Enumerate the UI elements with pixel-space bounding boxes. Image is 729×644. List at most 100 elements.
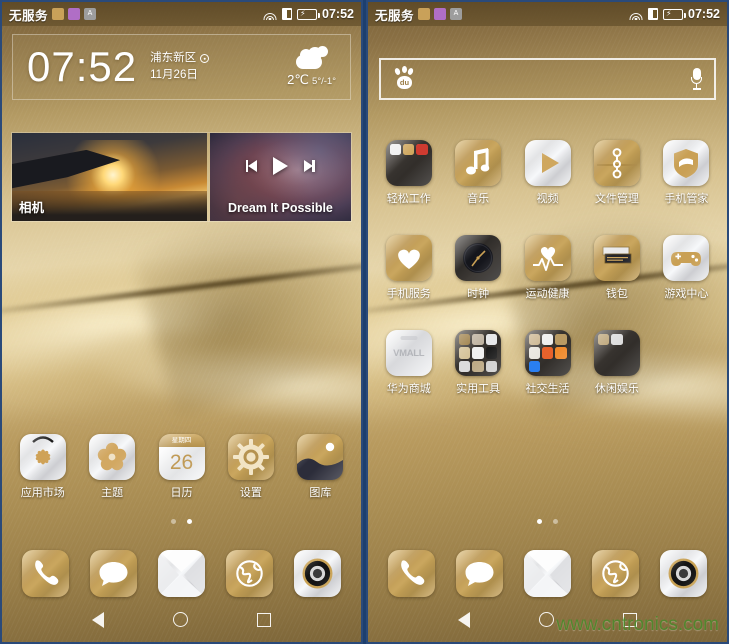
app-label: 实用工具: [456, 383, 501, 395]
app-label: 轻松工作: [386, 193, 431, 205]
folder-icon-work[interactable]: 轻松工作: [374, 140, 443, 206]
status-bar: 无服务 A ⚡ 07:52: [368, 2, 727, 26]
app-icon-files[interactable]: 文件管理: [582, 140, 651, 206]
gallery-icon: [297, 434, 344, 480]
play-button[interactable]: [272, 157, 288, 176]
recents-icon[interactable]: [257, 612, 272, 627]
signal-icon: [282, 8, 293, 20]
sim-card-icon: [418, 8, 431, 20]
app-icon-clock[interactable]: 时钟: [443, 235, 512, 301]
clock-weather-widget[interactable]: 07:52 浦东新区 11月26日 2℃ 5°/-1°: [12, 34, 351, 100]
app-icon-games[interactable]: 游戏中心: [652, 235, 721, 301]
app-icon-wallet[interactable]: 钱包: [582, 235, 651, 301]
app-icon-calendar[interactable]: 星期四 26 日历: [147, 434, 216, 500]
dock-item-browser[interactable]: [581, 550, 649, 597]
empty-slot: [652, 330, 721, 396]
status-clock: 07:52: [322, 7, 354, 21]
gamepad-icon: [663, 235, 710, 281]
widget-location-date: 浦东新区 11月26日: [150, 50, 210, 83]
app-icon-appgallery[interactable]: 应用市场: [8, 434, 77, 500]
app-label: 手机服务: [386, 288, 431, 300]
folder-icon-tools[interactable]: 实用工具: [443, 330, 512, 396]
partly-cloudy-icon: [294, 46, 330, 70]
app-label: 音乐: [467, 193, 490, 205]
dock-item-camera[interactable]: [283, 550, 351, 597]
page-dot[interactable]: [171, 519, 176, 524]
shield-icon: [663, 140, 710, 186]
camera-widget-label: 相机: [19, 201, 45, 215]
page-dot[interactable]: [553, 519, 558, 524]
phone-handset-icon: [22, 550, 70, 597]
page-dot-active[interactable]: [187, 519, 192, 524]
dock-item-camera[interactable]: [649, 550, 717, 597]
page-dot-active[interactable]: [537, 519, 542, 524]
home-app-grid: 应用市场 主题 星期四 26 日历 设置 图库: [2, 434, 361, 500]
prev-track-button[interactable]: [245, 160, 257, 173]
app-row: 应用市场 主题 星期四 26 日历 设置 图库: [2, 434, 361, 500]
folder-icon: [524, 330, 571, 376]
globe-icon: [225, 550, 273, 597]
folder-icon-entertainment[interactable]: 休闲娱乐: [582, 330, 651, 396]
baidu-paw-icon: du: [393, 66, 417, 91]
back-icon[interactable]: [457, 611, 470, 628]
app-icon-video[interactable]: 视频: [513, 140, 582, 206]
camera-widget[interactable]: 相机: [12, 133, 207, 221]
app-row: 手机服务 时钟 运动健康 钱包 游戏中心: [368, 235, 727, 301]
dock-item-phone[interactable]: [12, 550, 80, 597]
wifi-icon: [263, 9, 277, 20]
right-phone-screen: 无服务 A ⚡ 07:52 du 轻松工作 音乐 视频 文件管理 手机管家 手机…: [366, 0, 729, 644]
carrier-label: 无服务: [375, 8, 415, 23]
page-indicator: [368, 519, 727, 524]
globe-icon: [591, 550, 639, 597]
dock-item-messages[interactable]: [446, 550, 514, 597]
dock-item-browser[interactable]: [215, 550, 283, 597]
search-input[interactable]: [417, 71, 691, 87]
dock-item-messages[interactable]: [80, 550, 148, 597]
back-icon[interactable]: [91, 611, 104, 628]
file-manager-icon: [593, 140, 640, 186]
app-label: 图库: [309, 487, 332, 499]
dock-item-email[interactable]: [514, 550, 582, 597]
music-player-widget[interactable]: Dream It Possible: [209, 133, 351, 221]
themes-icon: [89, 434, 136, 480]
page-indicator: [2, 519, 361, 524]
heart-icon: [385, 235, 432, 281]
temperature-block: 2℃ 5°/-1°: [287, 72, 336, 88]
app-label: 主题: [101, 487, 124, 499]
music-track-title: Dream It Possible: [227, 201, 333, 215]
status-left: 无服务 A: [375, 5, 463, 24]
home-icon[interactable]: [538, 612, 554, 627]
sync-icon: [68, 8, 81, 20]
app-icon-phone-manager[interactable]: 手机管家: [652, 140, 721, 206]
play-triangle-icon: [524, 140, 571, 186]
signal-icon: [648, 8, 659, 20]
app-icon-music[interactable]: 音乐: [443, 140, 512, 206]
app-label: 日历: [170, 487, 193, 499]
baidu-logo-text: du: [399, 78, 410, 87]
next-track-button[interactable]: [303, 160, 315, 173]
location-pin-icon: [200, 54, 210, 64]
dock: [368, 550, 727, 597]
microphone-icon[interactable]: [691, 68, 702, 90]
dock-item-email[interactable]: [148, 550, 216, 597]
vmall-icon: VMALL: [385, 330, 432, 376]
app-icon-phone-service[interactable]: 手机服务: [374, 235, 443, 301]
app-icon-health[interactable]: 运动健康: [513, 235, 582, 301]
dock-item-phone[interactable]: [378, 550, 446, 597]
current-temp: 2℃: [287, 72, 309, 87]
app-grid-row1: 轻松工作 音乐 视频 文件管理 手机管家: [368, 140, 727, 206]
app-label: 华为商城: [386, 383, 431, 395]
wifi-icon: [629, 9, 643, 20]
health-heartbeat-icon: [524, 235, 571, 281]
weather-block[interactable]: 2℃ 5°/-1°: [287, 46, 336, 88]
envelope-icon: [157, 550, 205, 597]
app-icon-themes[interactable]: 主题: [77, 434, 146, 500]
media-widgets-row: 相机 Dream It Possible: [12, 133, 351, 221]
app-icon-gallery[interactable]: 图库: [286, 434, 355, 500]
carrier-label: 无服务: [9, 8, 49, 23]
home-icon[interactable]: [172, 612, 188, 627]
app-icon-settings[interactable]: 设置: [216, 434, 285, 500]
app-icon-vmall[interactable]: VMALL 华为商城: [374, 330, 443, 396]
folder-icon-social[interactable]: 社交生活: [513, 330, 582, 396]
baidu-search-bar[interactable]: du: [379, 58, 716, 100]
